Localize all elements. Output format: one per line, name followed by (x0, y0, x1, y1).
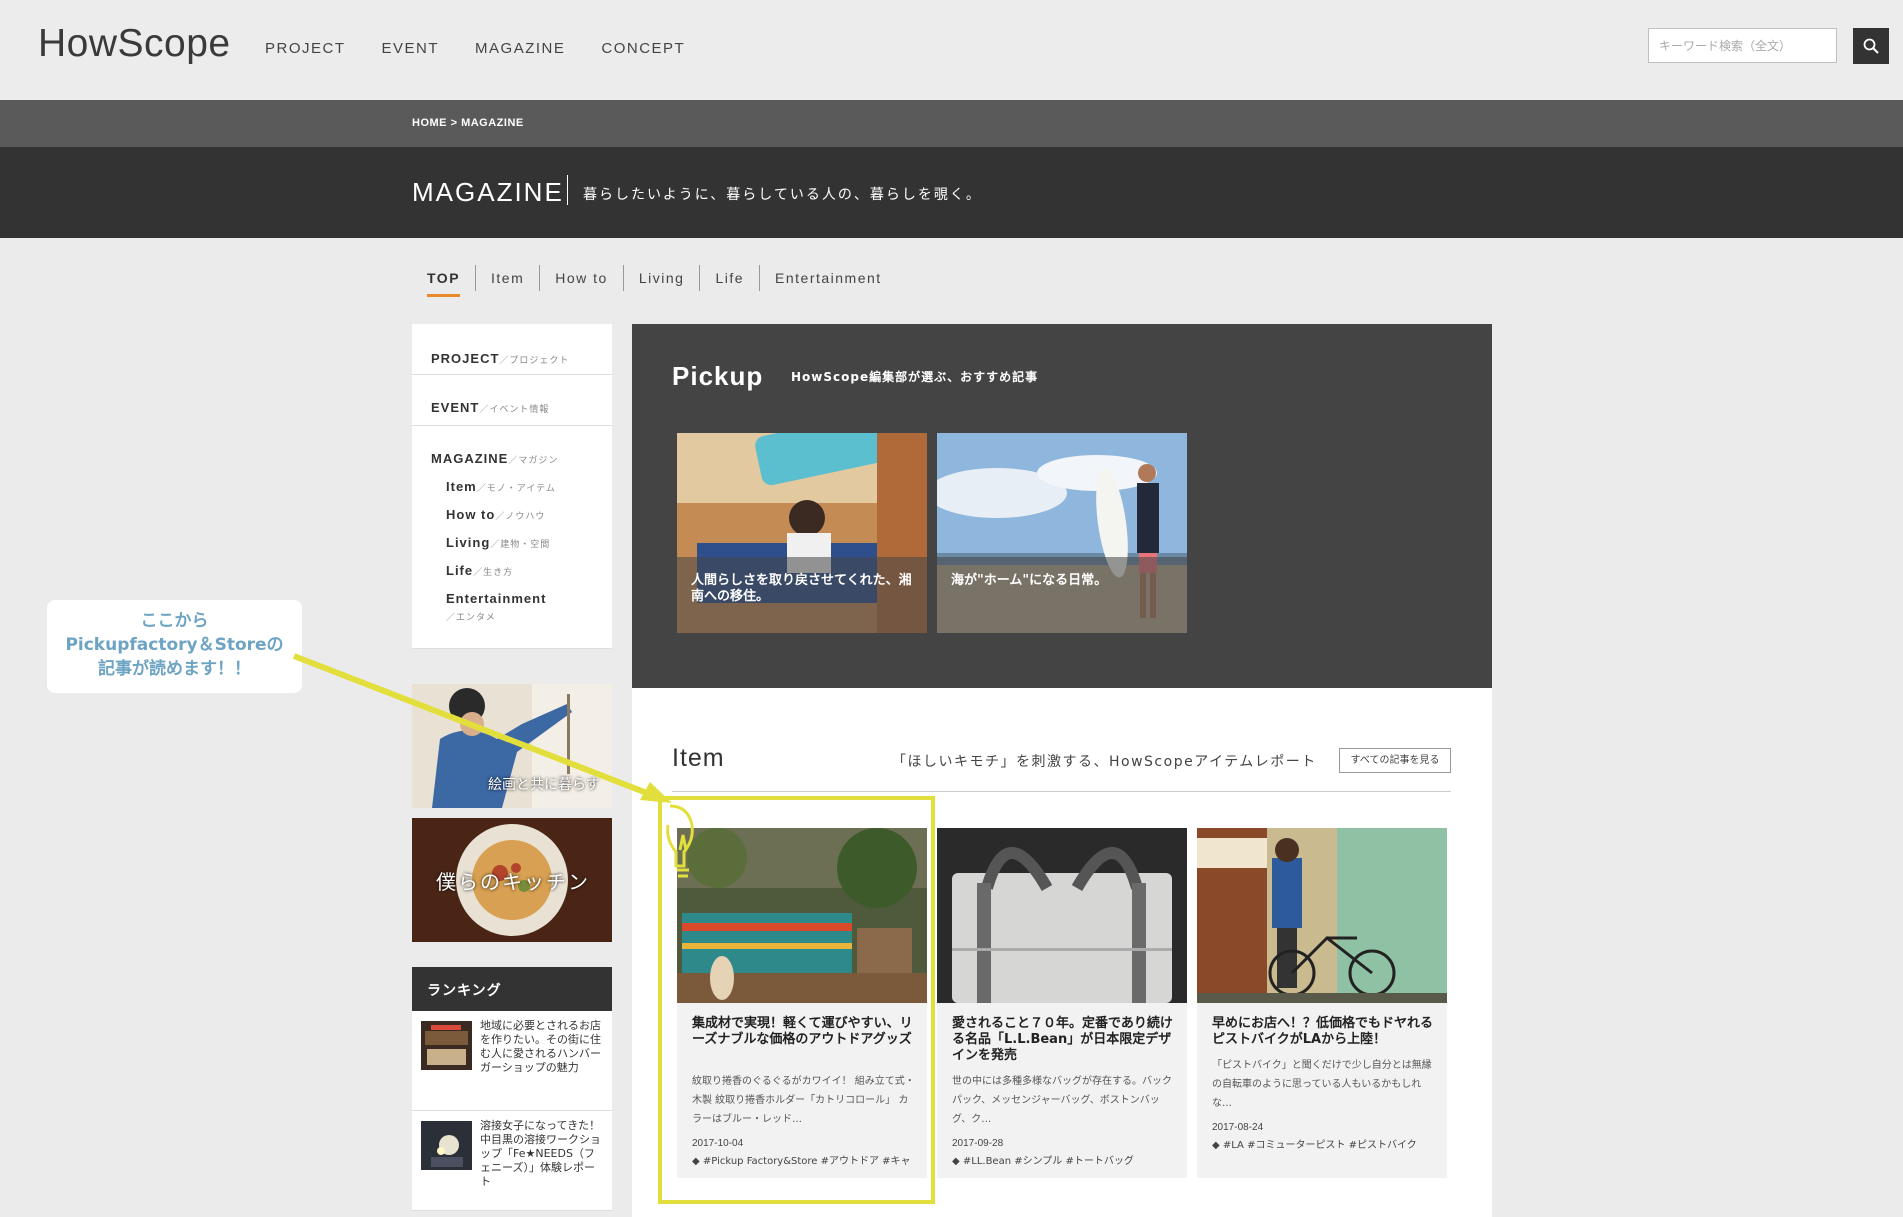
highlight-box (658, 796, 935, 1204)
annotation-arrow (292, 653, 694, 878)
